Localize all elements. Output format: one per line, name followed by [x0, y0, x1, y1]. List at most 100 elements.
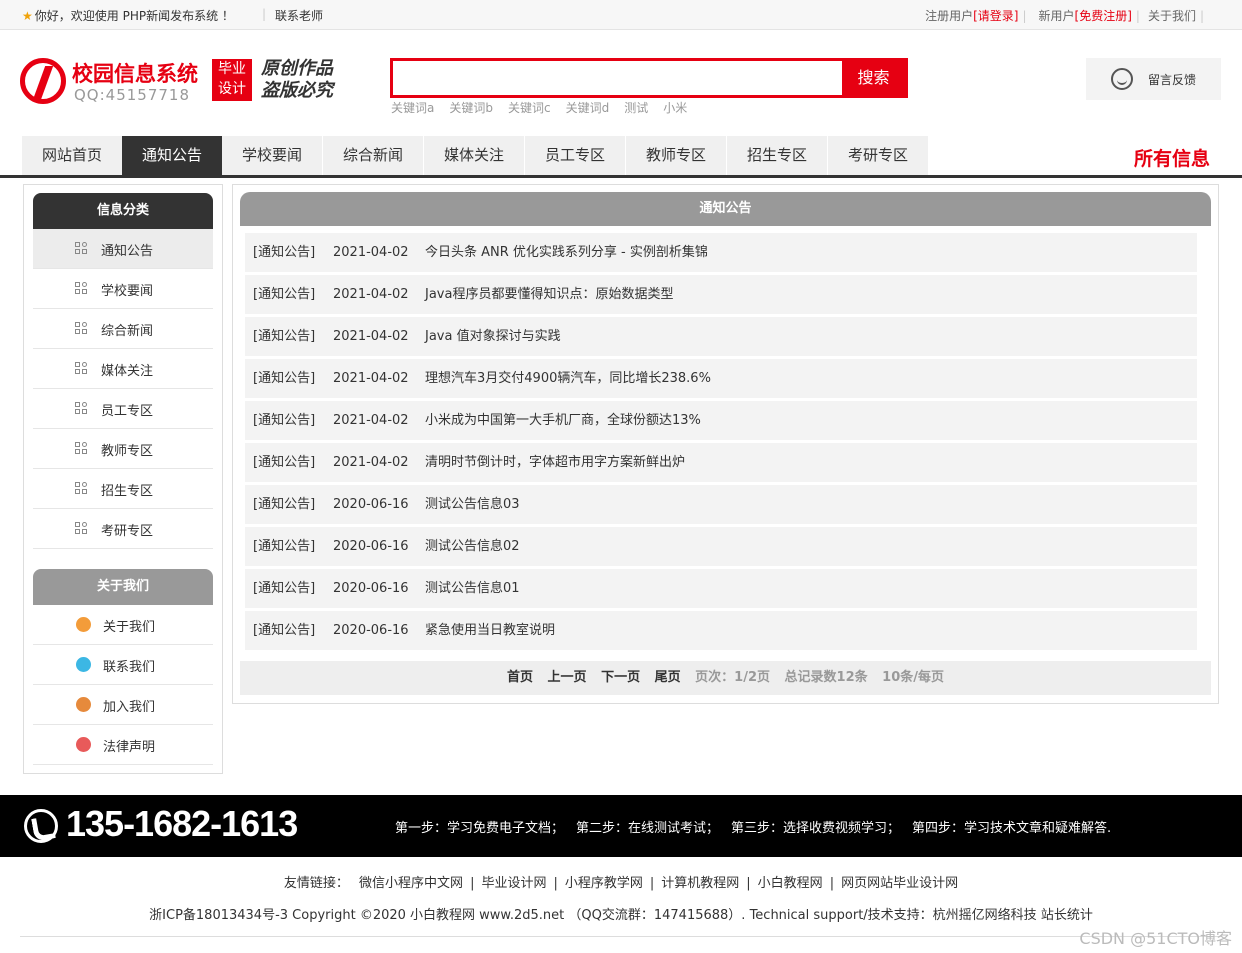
info-icon — [76, 617, 91, 632]
friend-link[interactable]: 网页网站毕业设计网 — [841, 876, 958, 891]
search-input[interactable] — [393, 61, 845, 95]
row-title-link[interactable]: 清明时节倒计时，字体超市用字方案新鲜出炉 — [425, 443, 685, 483]
sidebar-about-item[interactable]: 联系我们 — [33, 645, 213, 685]
friend-link[interactable]: 毕业设计网 — [481, 876, 546, 891]
row-title-link[interactable]: 今日头条 ANR 优化实践系列分享 - 实例剖析集锦 — [425, 233, 708, 273]
prev-page-link[interactable]: 上一页 — [548, 670, 587, 685]
divider: | — [829, 876, 835, 891]
logo-mark-icon — [20, 58, 66, 104]
new-user-label: 新用户 — [1038, 9, 1075, 23]
first-page-link[interactable]: 首页 — [507, 670, 533, 685]
customer-service-icon — [1111, 68, 1133, 90]
page-info: 页次：1/2页 — [695, 670, 771, 685]
top-bar: ★ 你好，欢迎使用 PHP新闻发布系统 ！ | 联系老师 注册用户[请登录] | 新用… — [0, 0, 1242, 30]
row-title-link[interactable]: Java 值对象探讨与实践 — [425, 317, 561, 357]
contact-teacher-link[interactable]: 联系老师 — [275, 7, 323, 24]
sidebar-about-item[interactable]: 关于我们 — [33, 605, 213, 645]
about-us-top-link[interactable]: 关于我们 — [1148, 9, 1196, 23]
notice-row[interactable]: [通知公告] 2021-04-02 今日头条 ANR 优化实践系列分享 - 实例剖析… — [245, 233, 1197, 273]
grid-icon — [75, 282, 87, 294]
row-category: [通知公告] — [253, 455, 316, 470]
notice-row[interactable]: [通知公告] 2021-04-02 理想汽车3月交付4900辆汽车，同比增长238.… — [245, 359, 1197, 399]
sidebar-category-item[interactable]: 招生专区 — [33, 469, 213, 509]
footer-bar: 135-1682-1613 第一步：学习免费电子文档； 第二步：在线测试考试； 第三… — [0, 795, 1242, 857]
feedback-label: 留言反馈 — [1148, 73, 1197, 87]
hot-keywords: 关键词a 关键词b 关键词c 关键词d 测试 小米 — [391, 99, 702, 116]
nav-item[interactable]: 通知公告 — [122, 136, 222, 175]
notice-row[interactable]: [通知公告] 2020-06-16 测试公告信息03 — [245, 485, 1197, 525]
nav-item[interactable]: 综合新闻 — [323, 136, 423, 175]
about-item-label: 联系我们 — [103, 660, 156, 675]
notice-row[interactable]: [通知公告] 2021-04-02 Java 值对象探讨与实践 — [245, 317, 1197, 357]
nav-item[interactable]: 员工专区 — [525, 136, 625, 175]
row-category: [通知公告] — [253, 581, 316, 596]
nav-item[interactable]: 网站首页 — [22, 136, 122, 175]
notice-row[interactable]: [通知公告] 2021-04-02 清明时节倒计时，字体超市用字方案新鲜出炉 — [245, 443, 1197, 483]
row-title-link[interactable]: 测试公告信息02 — [425, 527, 520, 567]
keyword-link[interactable]: 关键词b — [449, 101, 493, 115]
row-date: 2021-04-02 — [333, 245, 409, 260]
login-link[interactable]: [请登录] — [973, 9, 1018, 23]
notice-row[interactable]: [通知公告] 2020-06-16 紧急使用当日教室说明 — [245, 611, 1197, 651]
notice-row[interactable]: [通知公告] 2021-04-02 小米成为中国第一大手机厂商，全球份额达13% — [245, 401, 1197, 441]
sidebar-category-item[interactable]: 员工专区 — [33, 389, 213, 429]
sidebar-category-item[interactable]: 学校要闻 — [33, 269, 213, 309]
search-button[interactable]: 搜索 — [842, 58, 905, 98]
friend-link[interactable]: 微信小程序中文网 — [359, 876, 463, 891]
sidebar-category-item[interactable]: 通知公告 — [33, 229, 213, 269]
step-text: 第一步：学习免费电子文档； — [395, 821, 565, 836]
keyword-link[interactable]: 关键词d — [566, 101, 610, 115]
star-icon: ★ — [22, 9, 33, 23]
friend-links: 友情链接： 微信小程序中文网 | 毕业设计网 | 小程序教学网 | 计算机教程网 | 小白教程网… — [0, 872, 1242, 891]
divider: | — [1022, 9, 1027, 23]
logo-qq: QQ:45157718 — [74, 86, 191, 104]
sidebar-about-item[interactable]: 加入我们 — [33, 685, 213, 725]
grid-icon — [75, 402, 87, 414]
site-logo[interactable]: 校园信息系统 QQ:45157718 毕业 设计 原创作品 盗版必究 — [20, 56, 340, 106]
nav-item[interactable]: 考研专区 — [828, 136, 928, 175]
notice-row[interactable]: [通知公告] 2020-06-16 测试公告信息01 — [245, 569, 1197, 609]
row-date: 2021-04-02 — [333, 455, 409, 470]
row-title-link[interactable]: Java程序员都要懂得知识点：原始数据类型 — [425, 275, 673, 315]
sidebar-category-item[interactable]: 教师专区 — [33, 429, 213, 469]
next-page-link[interactable]: 下一页 — [601, 670, 640, 685]
power-icon — [76, 737, 91, 752]
sidebar-category-item[interactable]: 综合新闻 — [33, 309, 213, 349]
nav-item[interactable]: 招生专区 — [727, 136, 827, 175]
sidebar-category-item[interactable]: 媒体关注 — [33, 349, 213, 389]
row-category: [通知公告] — [253, 371, 316, 386]
nav-item[interactable]: 教师专区 — [626, 136, 726, 175]
row-date: 2020-06-16 — [333, 581, 409, 596]
notice-row[interactable]: [通知公告] 2020-06-16 测试公告信息02 — [245, 527, 1197, 567]
friend-link[interactable]: 小白教程网 — [758, 876, 823, 891]
sidebar-category-item[interactable]: 考研专区 — [33, 509, 213, 549]
row-title-link[interactable]: 紧急使用当日教室说明 — [425, 611, 555, 651]
keyword-link[interactable]: 关键词c — [508, 101, 551, 115]
all-info-link[interactable]: 所有信息 — [1134, 144, 1210, 171]
row-category: [通知公告] — [253, 245, 316, 260]
nav-item[interactable]: 媒体关注 — [424, 136, 524, 175]
lock-icon — [76, 697, 91, 712]
keyword-link[interactable]: 关键词a — [391, 101, 434, 115]
grid-icon — [75, 442, 87, 454]
watermark: CSDN @51CTO博客 — [1079, 929, 1232, 948]
nav-item[interactable]: 学校要闻 — [222, 136, 322, 175]
friend-links-label: 友情链接： — [283, 876, 349, 891]
feedback-button[interactable]: 留言反馈 — [1086, 58, 1221, 100]
row-title-link[interactable]: 小米成为中国第一大手机厂商，全球份额达13% — [425, 401, 701, 441]
register-link[interactable]: [免费注册] — [1075, 9, 1132, 23]
friend-link[interactable]: 小程序教学网 — [565, 876, 643, 891]
sidebar-about-item[interactable]: 法律声明 — [33, 725, 213, 765]
row-title-link[interactable]: 理想汽车3月交付4900辆汽车，同比增长238.6% — [425, 359, 711, 399]
about-item-label: 加入我们 — [103, 700, 156, 715]
keyword-link[interactable]: 测试 — [624, 101, 648, 115]
notice-row[interactable]: [通知公告] 2021-04-02 Java程序员都要懂得知识点：原始数据类型 — [245, 275, 1197, 315]
row-title-link[interactable]: 测试公告信息01 — [425, 569, 520, 609]
keyword-link[interactable]: 小米 — [663, 101, 687, 115]
friend-link[interactable]: 计算机教程网 — [661, 876, 739, 891]
row-date: 2021-04-02 — [333, 329, 409, 344]
phone-icon — [24, 809, 58, 843]
last-page-link[interactable]: 尾页 — [655, 670, 681, 685]
row-title-link[interactable]: 测试公告信息03 — [425, 485, 520, 525]
notice-panel: 通知公告 首页 上一页 下一页 尾页 页次：1/2页 总记录数12条 10条/每… — [232, 184, 1219, 704]
